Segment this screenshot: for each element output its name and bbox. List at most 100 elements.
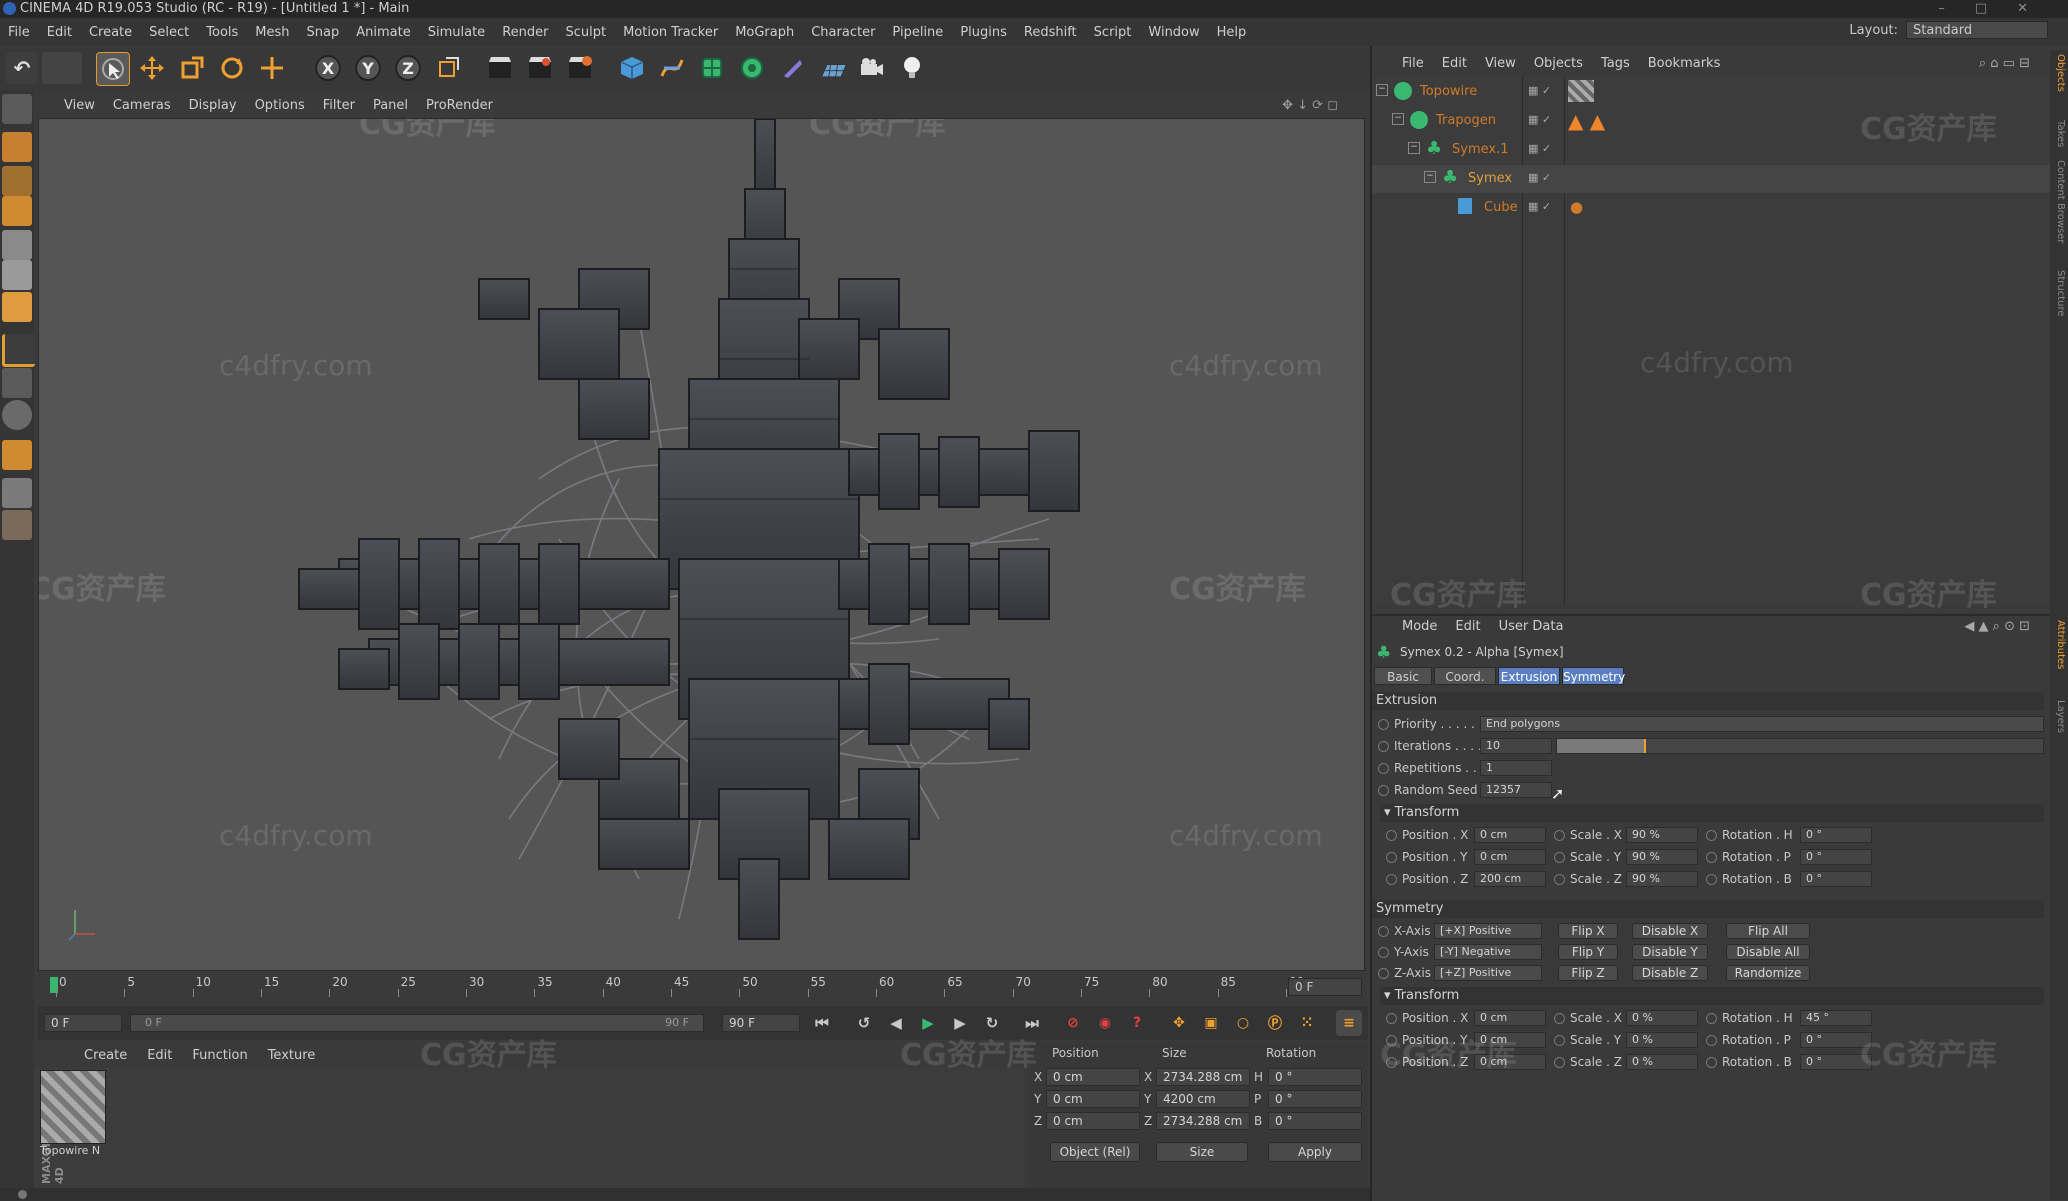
light-icon[interactable] — [896, 52, 928, 84]
flip-all-button[interactable]: Flip All — [1726, 923, 1810, 939]
menu-help[interactable]: Help — [1217, 25, 1247, 40]
key-rotation-icon[interactable]: ○ — [1230, 1010, 1256, 1036]
pen-spline-icon[interactable] — [656, 52, 688, 84]
workplane-mode-icon[interactable] — [2, 196, 32, 226]
random-seed-radio[interactable] — [1378, 785, 1389, 796]
tab-symmetry[interactable]: Symmetry — [1562, 667, 1625, 685]
object-menu-bookmarks[interactable]: Bookmarks — [1648, 56, 1721, 71]
scale-x-radio[interactable] — [1554, 830, 1565, 841]
axis-mode-icon[interactable] — [2, 334, 35, 367]
object-name[interactable]: Trapogen — [1436, 113, 1496, 128]
render-view-icon[interactable] — [484, 52, 516, 84]
randomize-button[interactable]: Randomize — [1726, 965, 1810, 981]
texture-mode-icon[interactable] — [2, 166, 32, 196]
rotation-p-field[interactable]: 0 ° — [1268, 1090, 1362, 1108]
object-row-cube[interactable]: Cube ▦ ✓ ● — [1372, 194, 2052, 222]
menu-select[interactable]: Select — [149, 25, 189, 40]
priority-dropdown[interactable]: End polygons — [1480, 716, 2044, 732]
material-name[interactable]: Topowire N — [40, 1144, 110, 1157]
move-icon[interactable] — [136, 52, 168, 84]
visibility-check-icon[interactable]: ▦ ✓ — [1528, 84, 1551, 97]
object-name[interactable]: Topowire — [1420, 84, 1477, 99]
size-y-field[interactable]: 4200 cm — [1156, 1090, 1250, 1108]
viewport-menu-options[interactable]: Options — [255, 98, 305, 113]
tab-coord[interactable]: Coord. — [1434, 667, 1496, 685]
scale-z-field[interactable]: 90 % — [1626, 871, 1698, 887]
menu-tools[interactable]: Tools — [206, 25, 238, 40]
x-axis-dropdown[interactable]: [+X] Positive — [1434, 923, 1542, 939]
sym-rotation-h-field[interactable]: 45 ° — [1800, 1010, 1872, 1026]
viewport-menu-prorender[interactable]: ProRender — [426, 98, 493, 113]
tab-basic[interactable]: Basic — [1374, 667, 1432, 685]
position-y-radio[interactable] — [1386, 852, 1397, 863]
make-editable-icon[interactable] — [2, 94, 32, 124]
timeline-ruler[interactable]: 051015202530354045505560657075808590 — [46, 975, 1336, 999]
menu-motion-tracker[interactable]: Motion Tracker — [623, 25, 718, 40]
iterations-slider[interactable] — [1556, 738, 2044, 754]
scale-y-radio[interactable] — [1554, 852, 1565, 863]
sym-position-x-radio[interactable] — [1386, 1013, 1397, 1024]
object-name[interactable]: Symex.1 — [1452, 142, 1508, 157]
object-row-topowire[interactable]: − Topowire ▦ ✓ — [1372, 78, 2052, 106]
rotation-p-field[interactable]: 0 ° — [1800, 849, 1872, 865]
coord-mode-dropdown[interactable]: Object (Rel) — [1050, 1142, 1140, 1162]
coordinate-system-icon[interactable] — [432, 52, 464, 84]
y-axis-dropdown[interactable]: [-Y] Negative — [1434, 944, 1542, 960]
rotation-b-radio[interactable] — [1706, 874, 1717, 885]
window-controls[interactable]: –□✕ — [1938, 0, 2058, 18]
menu-mograph[interactable]: MoGraph — [735, 25, 794, 40]
iterations-radio[interactable] — [1378, 741, 1389, 752]
disable-x-button[interactable]: Disable X — [1632, 923, 1708, 939]
viewport-menu-panel[interactable]: Panel — [373, 98, 408, 113]
object-menu-objects[interactable]: Objects — [1534, 56, 1583, 71]
sym-position-x-field[interactable]: 0 cm — [1474, 1010, 1546, 1026]
warning-tag-icon[interactable]: ▲ ▲ — [1568, 109, 1605, 133]
side-tab-objects[interactable]: Objects — [2052, 54, 2066, 92]
key-position-icon[interactable]: ✥ — [1166, 1010, 1192, 1036]
timeline-end-field[interactable]: 0 F — [1288, 978, 1362, 996]
scale-z-radio[interactable] — [1554, 874, 1565, 885]
timeline-window-icon[interactable]: ≡ — [1336, 1010, 1362, 1036]
apply-button[interactable]: Apply — [1268, 1142, 1362, 1162]
menu-window[interactable]: Window — [1148, 25, 1199, 40]
x-axis-lock-icon[interactable]: X — [312, 52, 344, 84]
key-point-level-icon[interactable]: ⁙ — [1294, 1010, 1320, 1036]
sym-scale-x-radio[interactable] — [1554, 1013, 1565, 1024]
rotation-h-field[interactable]: 0 ° — [1268, 1068, 1362, 1086]
snapping-icon[interactable] — [2, 440, 32, 470]
rotation-b-field[interactable]: 0 ° — [1268, 1112, 1362, 1130]
max-frame-field[interactable]: 90 F — [722, 1014, 800, 1032]
live-selection-icon[interactable] — [96, 52, 130, 86]
scale-x-field[interactable]: 90 % — [1626, 827, 1698, 843]
y-axis-radio[interactable] — [1378, 947, 1389, 958]
priority-radio[interactable] — [1378, 719, 1389, 730]
side-tab-layers[interactable]: Layers — [2052, 700, 2066, 733]
key-scale-icon[interactable]: ▣ — [1198, 1010, 1224, 1036]
material-thumbnail[interactable] — [40, 1070, 106, 1144]
object-manager-tools-icon[interactable]: ⌕ ⌂ ▭ ⊟ — [1979, 56, 2030, 71]
edges-mode-icon[interactable] — [2, 260, 32, 290]
side-tab-content-browser[interactable]: Content Browser — [2052, 160, 2066, 243]
locked-workplane-icon[interactable] — [2, 478, 32, 508]
menu-mesh[interactable]: Mesh — [255, 25, 289, 40]
planar-workplane-icon[interactable] — [2, 510, 32, 540]
previous-key-icon[interactable]: ↺ — [850, 1010, 878, 1036]
record-keys-icon[interactable]: ⊘ — [1060, 1010, 1086, 1036]
key-parameter-icon[interactable]: Ⓟ — [1262, 1010, 1288, 1036]
attr-menu-edit[interactable]: Edit — [1455, 619, 1480, 634]
material-menu-texture[interactable]: Texture — [268, 1048, 316, 1063]
menu-render[interactable]: Render — [502, 25, 548, 40]
render-settings-icon[interactable] — [564, 52, 596, 84]
position-z-field[interactable]: 0 cm — [1046, 1112, 1140, 1130]
visibility-check-icon[interactable]: ▦ ✓ — [1528, 200, 1551, 213]
menu-animate[interactable]: Animate — [356, 25, 410, 40]
camera-icon[interactable] — [856, 52, 888, 84]
viewport-menu-view[interactable]: View — [64, 98, 95, 113]
3d-viewport[interactable]: CG资产库 CG资产库 CG资产库 CG资产库 c4dfry.com c4dfr… — [38, 118, 1365, 971]
attr-menu-user-data[interactable]: User Data — [1499, 619, 1564, 634]
floor-scene-icon[interactable] — [816, 52, 852, 84]
menu-script[interactable]: Script — [1094, 25, 1132, 40]
viewport-menu-filter[interactable]: Filter — [323, 98, 355, 113]
current-frame-field[interactable]: 0 F — [44, 1014, 122, 1032]
viewport-nav-icons[interactable]: ✥ ↓ ⟳ ◻ — [1282, 98, 1338, 113]
